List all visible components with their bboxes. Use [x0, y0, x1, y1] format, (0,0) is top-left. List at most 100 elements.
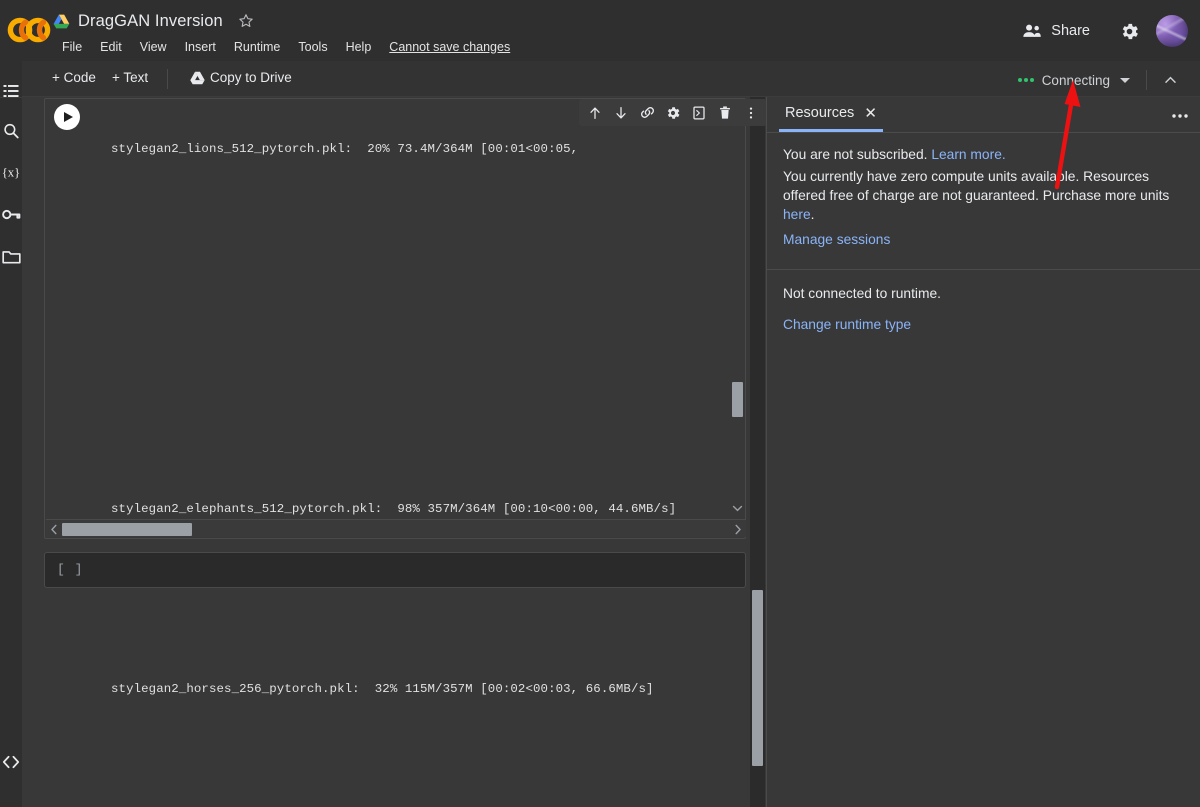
cell-settings-button[interactable] [661, 101, 685, 124]
output-expand-button[interactable] [731, 500, 744, 516]
output-horizontal-scrollbar[interactable] [46, 519, 746, 537]
menu-insert[interactable]: Insert [176, 38, 225, 56]
folder-icon [1, 250, 21, 264]
sidebar-item-variables[interactable]: {x} [1, 162, 21, 182]
gear-icon [1122, 23, 1138, 39]
people-icon [1023, 24, 1042, 37]
link-to-cell-button[interactable] [635, 101, 659, 124]
notebook-action-bar: + Code + Text Copy to Drive Connecting [0, 61, 1200, 97]
chevron-down-icon[interactable] [1120, 77, 1130, 83]
sidebar-item-secrets[interactable] [1, 204, 21, 224]
page-vertical-scrollbar[interactable] [750, 97, 765, 807]
run-cell-button[interactable] [54, 104, 80, 130]
star-outline-icon[interactable] [237, 12, 255, 30]
compute-units-text-end: . [810, 207, 815, 222]
delete-cell-button[interactable] [713, 101, 737, 124]
menu-help[interactable]: Help [337, 38, 381, 56]
collapse-header-button[interactable] [1155, 69, 1186, 92]
mirror-cell-in-tab-button[interactable] [687, 101, 711, 124]
chevron-right-icon [735, 524, 741, 534]
chevron-left-icon [51, 524, 57, 534]
sidebar-item-table-of-contents[interactable] [1, 81, 21, 101]
output-line: stylegan2_elephants_512_pytorch.pkl: 98%… [111, 502, 677, 516]
trash-icon [720, 105, 730, 119]
settings-button[interactable] [1116, 18, 1142, 44]
move-cell-down-icon [616, 106, 626, 119]
notebook-title-row[interactable]: DragGAN Inversion [53, 8, 255, 34]
copy-to-drive-label: Copy to Drive [210, 70, 292, 85]
change-runtime-type-link[interactable]: Change runtime type [783, 317, 911, 332]
output-line: stylegan2_horses_256_pytorch.pkl: 32% 11… [111, 682, 654, 696]
google-drive-icon [190, 71, 205, 84]
left-sidebar-rail: {x} [0, 61, 22, 807]
connect-runtime-button[interactable]: Connecting [1010, 69, 1138, 92]
top-bar-actions: Share [1010, 12, 1188, 50]
scroll-right-button[interactable] [731, 521, 745, 537]
menu-bar: File Edit View Insert Runtime Tools Help… [53, 36, 515, 57]
notebook-title[interactable]: DragGAN Inversion [78, 12, 223, 31]
gear-icon [667, 106, 680, 119]
code-brackets-icon [2, 755, 20, 769]
output-vertical-scrollbar[interactable] [731, 100, 744, 518]
action-bar-divider [167, 69, 168, 89]
save-status-label[interactable]: Cannot save changes [384, 38, 515, 56]
add-code-cell-button[interactable]: + Code [44, 68, 104, 87]
learn-more-link[interactable]: Learn more. [931, 147, 1005, 162]
share-button[interactable]: Share [1010, 17, 1102, 45]
close-icon[interactable]: ✕ [864, 106, 877, 121]
sidebar-item-terminal[interactable] [1, 752, 21, 772]
output-vertical-scroll-thumb[interactable] [732, 382, 743, 417]
more-cell-actions-button[interactable] [739, 101, 763, 124]
share-label: Share [1051, 23, 1090, 39]
runtime-section: Not connected to runtime. Change runtime… [767, 270, 1200, 334]
next-code-cell[interactable]: [ ] [44, 552, 746, 588]
output-horizontal-scroll-thumb[interactable] [62, 523, 192, 536]
sidebar-item-find-and-replace[interactable] [1, 121, 21, 141]
cell-output-area: stylegan2_lions_512_pytorch.pkl: 20% 73.… [44, 98, 766, 696]
avatar[interactable] [1156, 15, 1188, 47]
add-text-cell-button[interactable]: + Text [104, 68, 156, 87]
page-scroll-thumb[interactable] [752, 590, 763, 766]
chevron-up-icon [1165, 76, 1176, 83]
variables-icon: {x} [2, 166, 21, 180]
compute-units-text: You currently have zero compute units av… [783, 169, 1170, 203]
cell-output-text: stylegan2_lions_512_pytorch.pkl: 20% 73.… [111, 99, 751, 807]
link-icon [640, 107, 654, 118]
menu-tools[interactable]: Tools [289, 38, 336, 56]
move-cell-down-button[interactable] [609, 101, 633, 124]
subscription-section: You are not subscribed. Learn more. You … [767, 133, 1200, 259]
menu-view[interactable]: View [131, 38, 176, 56]
add-text-label: + Text [112, 70, 149, 85]
top-bar: DragGAN Inversion File Edit View Insert … [0, 0, 1200, 61]
move-cell-up-button[interactable] [583, 101, 607, 124]
tab-resources[interactable]: Resources ✕ [779, 97, 883, 132]
mirror-cell-icon [693, 106, 705, 120]
colab-logo[interactable] [6, 12, 52, 48]
copy-to-drive-button[interactable]: Copy to Drive [182, 68, 300, 87]
manage-sessions-link[interactable]: Manage sessions [783, 232, 890, 247]
runtime-connect-area: Connecting [1010, 66, 1186, 94]
colab-app-window: DragGAN Inversion File Edit View Insert … [0, 0, 1200, 807]
menu-runtime[interactable]: Runtime [225, 38, 290, 56]
subscription-line: You are not subscribed. Learn more. [783, 145, 1185, 164]
key-icon [1, 209, 20, 219]
resources-panel: Resources ✕ You are not subscribed. Lear… [766, 97, 1200, 807]
purchase-here-link[interactable]: here [783, 207, 811, 222]
sidebar-item-files[interactable] [1, 246, 21, 266]
runtime-status-text: Not connected to runtime. [783, 286, 941, 301]
more-vertical-icon [749, 106, 753, 119]
menu-edit[interactable]: Edit [91, 38, 131, 56]
more-horizontal-icon [1172, 114, 1188, 118]
list-icon [3, 85, 19, 97]
scroll-left-button[interactable] [47, 521, 61, 537]
subscription-text: You are not subscribed. [783, 147, 928, 162]
more-options-button[interactable] [1169, 105, 1191, 127]
play-icon [64, 112, 73, 122]
menu-file[interactable]: File [53, 38, 91, 56]
